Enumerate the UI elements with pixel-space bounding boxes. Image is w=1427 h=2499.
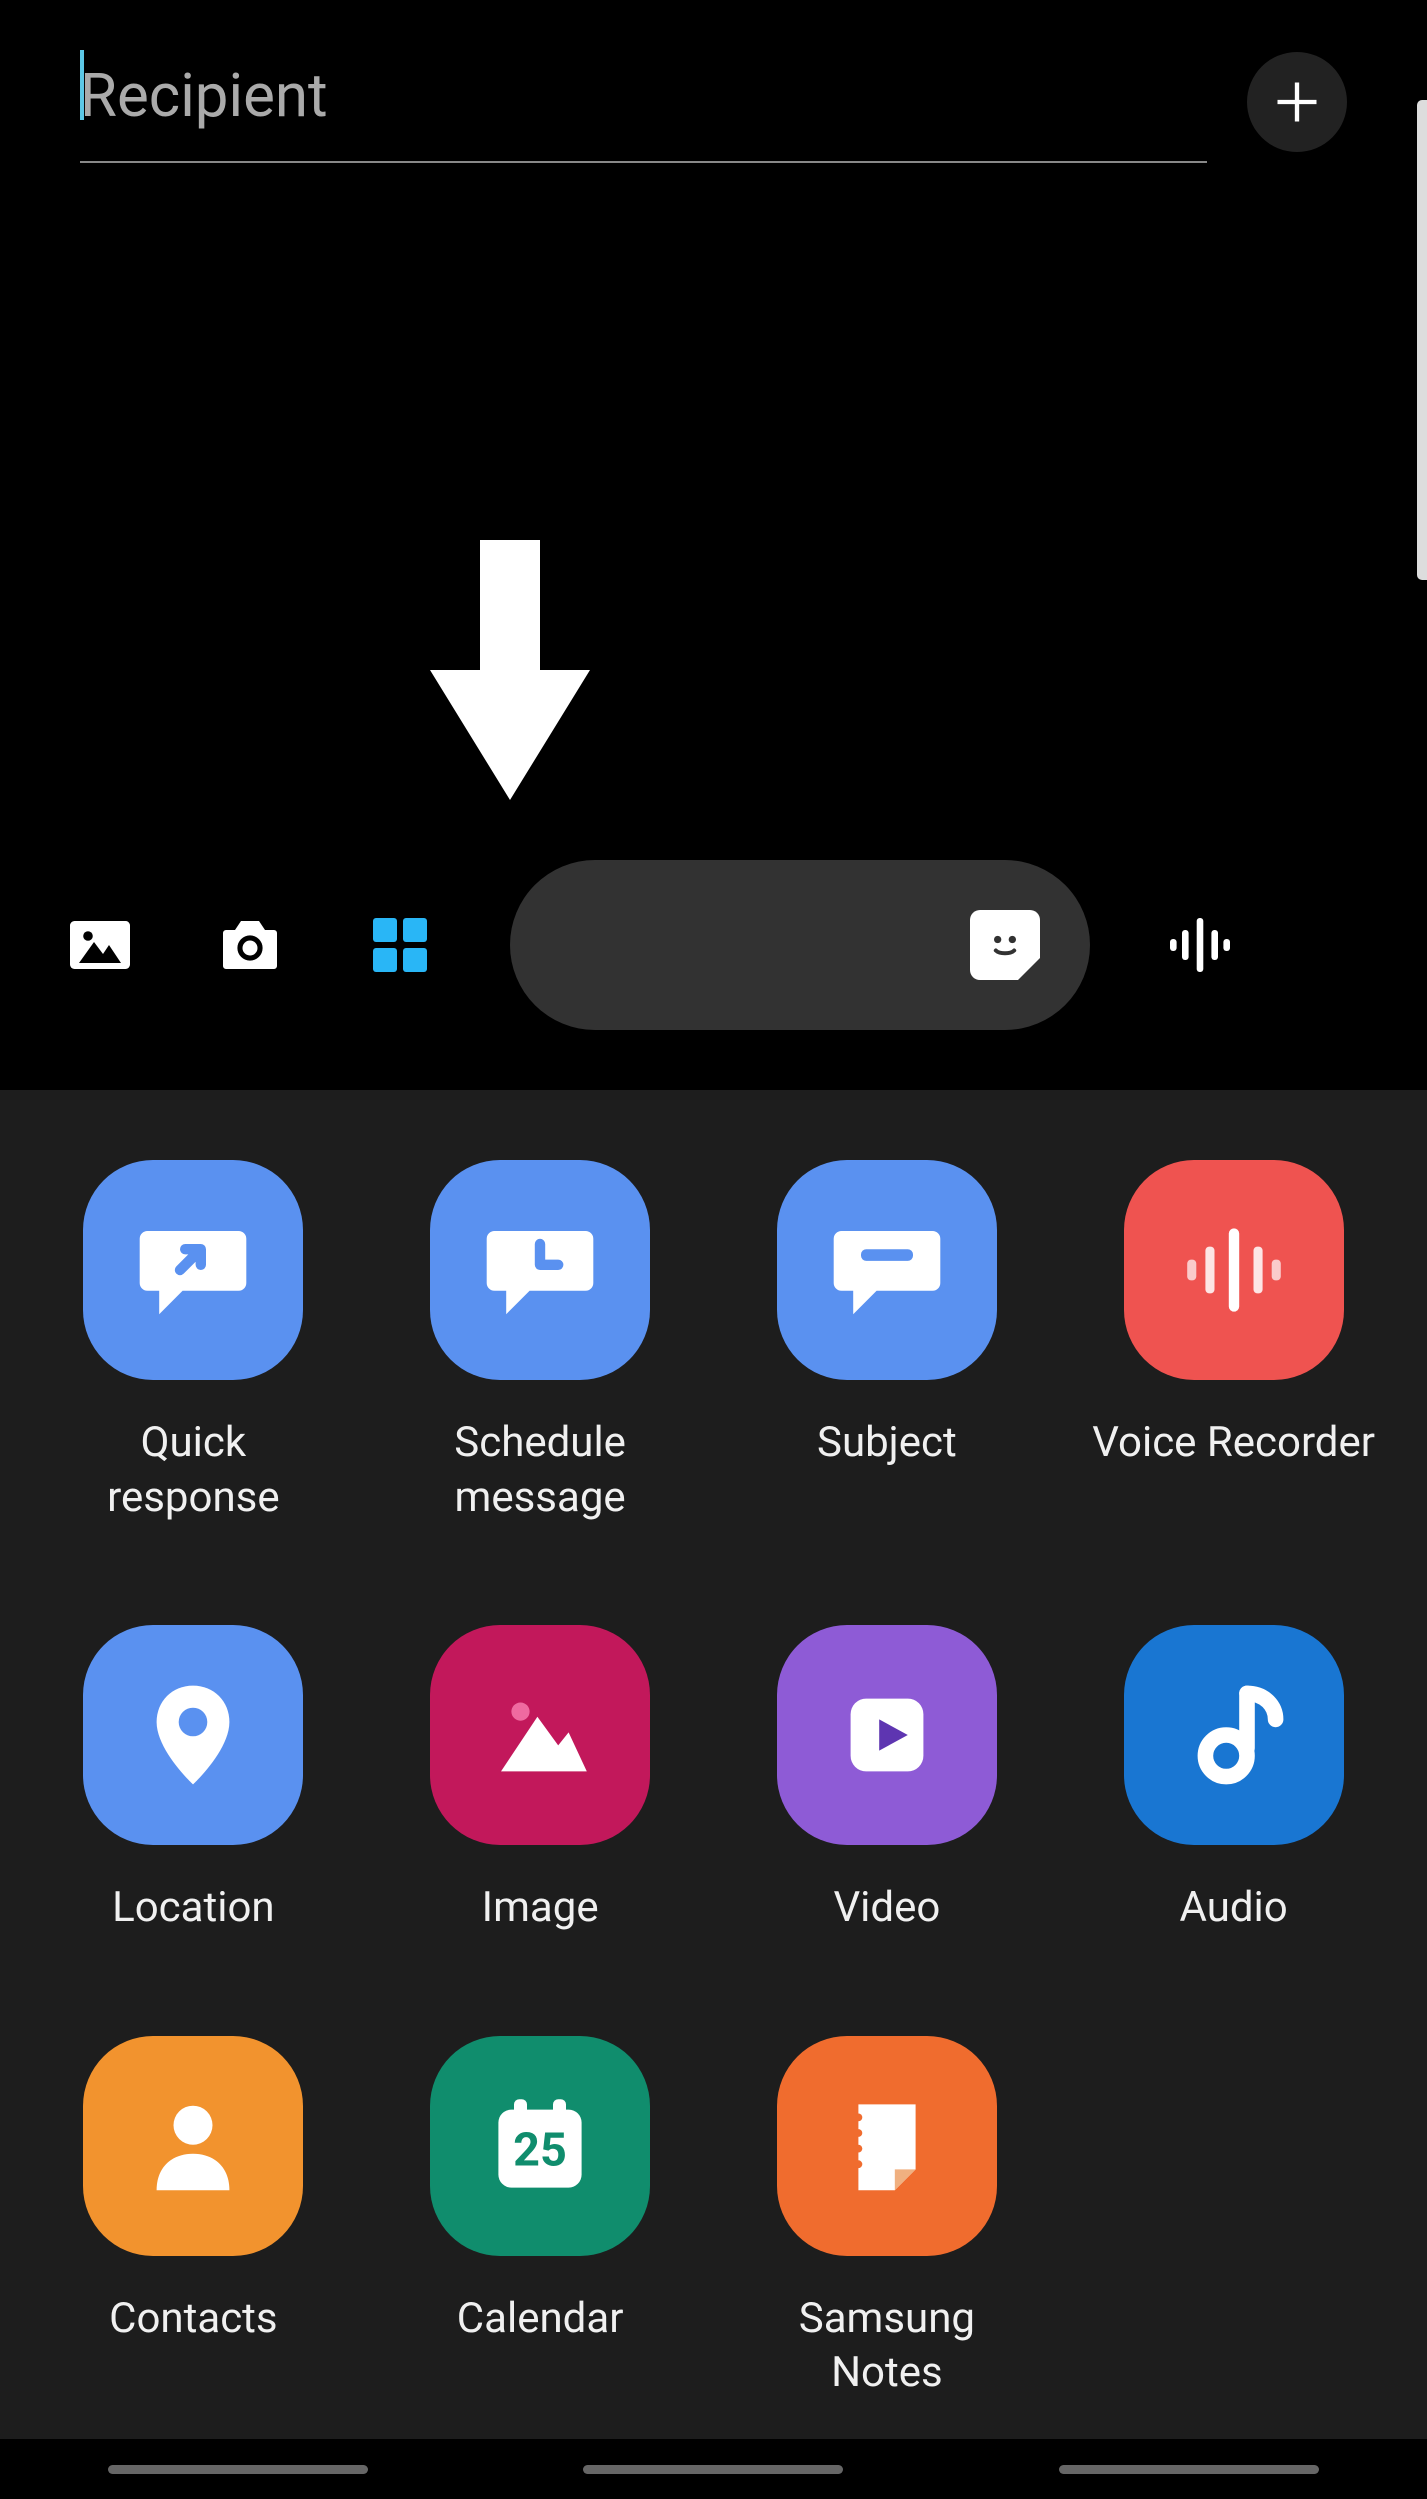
- attach-subject[interactable]: Subject: [727, 1160, 1047, 1525]
- add-recipient-button[interactable]: [1247, 52, 1347, 152]
- attach-location[interactable]: Location: [33, 1625, 353, 1936]
- attach-image[interactable]: Image: [380, 1625, 700, 1936]
- svg-text:25: 25: [513, 2123, 567, 2177]
- voice-recorder-icon: [1124, 1160, 1344, 1380]
- more-attachments-button[interactable]: [360, 905, 440, 985]
- attach-schedule-message[interactable]: Schedule message: [380, 1160, 700, 1525]
- calendar-icon: 25: [430, 2036, 650, 2256]
- nav-recents[interactable]: [108, 2465, 368, 2474]
- annotation-arrow-icon: [430, 540, 590, 800]
- attachment-panel: Quick response Schedule message Subject Voi…: [0, 1090, 1427, 2450]
- nav-home[interactable]: [583, 2465, 843, 2474]
- audio-label: Audio: [1180, 1881, 1288, 1936]
- schedule-message-icon: [430, 1160, 650, 1380]
- sticker-face-icon: [983, 923, 1027, 967]
- samsung-notes-icon: [777, 2036, 997, 2256]
- compose-toolbar: [0, 860, 1427, 1030]
- attach-audio[interactable]: Audio: [1074, 1625, 1394, 1936]
- voice-recorder-label: Voice Recorder: [1092, 1416, 1375, 1471]
- nav-bar: [0, 2439, 1427, 2499]
- subject-icon: [777, 1160, 997, 1380]
- calendar-label: Calendar: [457, 2292, 624, 2347]
- gallery-button[interactable]: [60, 905, 140, 985]
- samsung-notes-label: Samsung Notes: [799, 2292, 975, 2401]
- voice-input-button[interactable]: [1160, 905, 1240, 985]
- sound-wave-icon: [1164, 909, 1236, 981]
- picture-icon: [64, 909, 136, 981]
- message-input[interactable]: [510, 860, 1090, 1030]
- contacts-label: Contacts: [109, 2292, 277, 2347]
- subject-label: Subject: [817, 1416, 957, 1471]
- edge-panel-handle[interactable]: [1417, 100, 1427, 580]
- quick-response-icon: [83, 1160, 303, 1380]
- grid-icon: [364, 909, 436, 981]
- schedule-message-label: Schedule message: [454, 1416, 626, 1525]
- video-label: Video: [833, 1881, 940, 1936]
- location-icon: [83, 1625, 303, 1845]
- plus-icon: [1271, 76, 1323, 128]
- camera-button[interactable]: [210, 905, 290, 985]
- camera-icon: [214, 909, 286, 981]
- contacts-icon: [83, 2036, 303, 2256]
- recipient-input[interactable]: Recipient: [80, 40, 1207, 163]
- attach-voice-recorder[interactable]: Voice Recorder: [1074, 1160, 1394, 1525]
- attach-samsung-notes[interactable]: Samsung Notes: [727, 2036, 1047, 2401]
- location-label: Location: [112, 1881, 275, 1936]
- nav-back[interactable]: [1059, 2465, 1319, 2474]
- attach-contacts[interactable]: Contacts: [33, 2036, 353, 2401]
- quick-response-label: Quick response: [107, 1416, 279, 1525]
- attach-calendar[interactable]: 25 Calendar: [380, 2036, 700, 2401]
- recipient-placeholder: Recipient: [80, 60, 328, 131]
- attach-quick-response[interactable]: Quick response: [33, 1160, 353, 1525]
- audio-icon: [1124, 1625, 1344, 1845]
- text-cursor: [80, 50, 84, 120]
- sticker-button[interactable]: [970, 910, 1040, 980]
- image-icon: [430, 1625, 650, 1845]
- video-icon: [777, 1625, 997, 1845]
- attach-video[interactable]: Video: [727, 1625, 1047, 1936]
- image-label: Image: [482, 1881, 599, 1936]
